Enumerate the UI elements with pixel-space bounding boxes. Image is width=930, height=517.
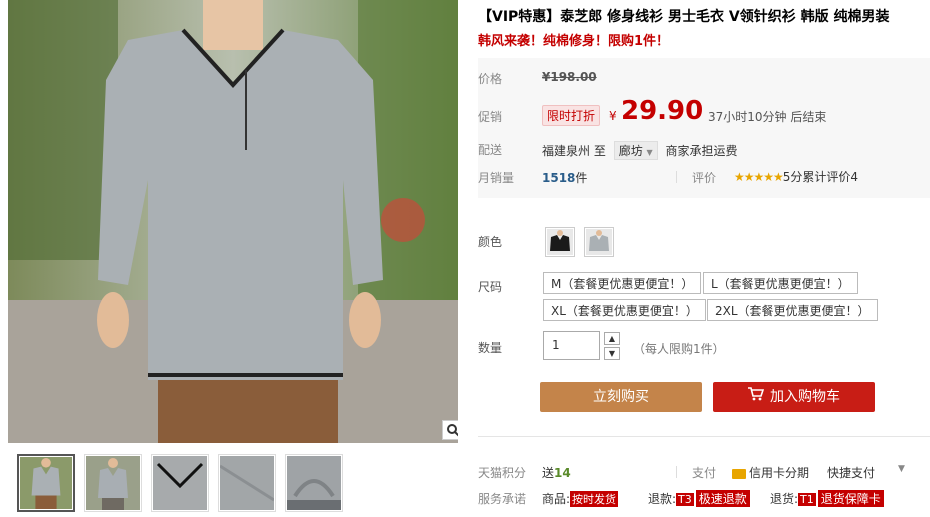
goods-prefix: 商品: <box>542 492 571 506</box>
price-label: 价格 <box>478 72 503 86</box>
size-label: 尺码 <box>478 280 503 294</box>
points-label: 天猫积分 <box>478 466 527 480</box>
points-prefix: 送 <box>542 466 555 480</box>
buy-now-button[interactable]: 立刻购买 <box>540 382 702 412</box>
cart-icon <box>748 382 765 412</box>
chevron-down-icon[interactable]: ▼ <box>898 464 905 474</box>
delivery-to-word: 至 <box>593 144 606 158</box>
currency-symbol: ¥ <box>609 109 617 123</box>
credit-pay-label: 信用卡分期 <box>749 466 810 480</box>
quick-pay-option[interactable]: 快捷支付 <box>827 464 875 481</box>
chevron-down-icon: ▼ <box>646 148 653 157</box>
color-label: 颜色 <box>478 235 503 249</box>
product-gallery <box>8 0 458 443</box>
size-option-xl[interactable]: XL（套餐更优惠更便宜！） <box>543 299 706 321</box>
sales-count: 1518件 <box>542 169 587 186</box>
star-rating-icon: ★★★★★ <box>734 170 784 184</box>
thumbnail-1[interactable] <box>17 454 75 512</box>
delivery-from: 福建泉州 <box>542 144 591 158</box>
thumbnail-2[interactable] <box>84 454 142 512</box>
zoom-icon[interactable] <box>442 420 458 440</box>
size-option-2xl[interactable]: 2XL（套餐更优惠更便宜！） <box>707 299 878 321</box>
color-swatch-gray[interactable] <box>584 227 614 257</box>
quantity-limit: （每人限购1件） <box>633 342 725 356</box>
add-to-cart-button[interactable]: 加入购物车 <box>713 382 875 412</box>
service-refund: 退款: T3 极速退款 <box>648 490 750 507</box>
add-to-cart-label: 加入购物车 <box>770 389 840 405</box>
section-divider <box>478 436 930 437</box>
sales-label: 月销量 <box>478 171 515 185</box>
thumbnail-strip <box>17 454 343 512</box>
quantity-label: 数量 <box>478 341 503 355</box>
promo-label: 促销 <box>478 110 503 124</box>
review-summary[interactable]: ★★★★★5分累计评价4 <box>734 168 858 185</box>
review-label: 评价 <box>692 171 717 185</box>
product-main-image[interactable] <box>8 0 458 443</box>
delivery-city: 廊坊 <box>618 144 643 158</box>
review-score: 5分累计评价4 <box>782 170 859 184</box>
promo-countdown: 37小时10分钟 后结束 <box>708 110 827 124</box>
product-title: 【VIP特惠】泰芝郎 修身线衫 男士毛衣 V领针织衫 韩版 纯棉男装 <box>478 9 890 25</box>
current-price: 29.90 <box>621 96 704 126</box>
pay-label: 支付 <box>692 466 717 480</box>
service-return: 退货: T1 退货保障卡 <box>770 490 884 507</box>
delivery-label: 配送 <box>478 143 503 157</box>
service-goods: 商品: 按时发货 <box>542 490 619 507</box>
delivery-info: 福建泉州 至 廊坊 ▼ 商家承担运费 <box>542 141 738 160</box>
original-price: ¥198.00 <box>542 70 597 84</box>
quantity-decrease-button[interactable]: ▼ <box>604 347 620 360</box>
delivery-city-select[interactable]: 廊坊 ▼ <box>613 141 658 160</box>
promo-badge: 限时打折 <box>542 105 601 126</box>
color-swatch-black[interactable] <box>545 227 575 257</box>
return-prefix: 退货: <box>770 492 799 506</box>
refund-prefix: 退款: <box>648 492 677 506</box>
thumbnail-5[interactable] <box>285 454 343 512</box>
sales-unit: 件 <box>575 171 588 185</box>
sales-number: 1518 <box>542 171 576 185</box>
points-value: 14 <box>554 466 571 480</box>
size-option-l[interactable]: L（套餐更优惠更便宜！） <box>703 272 858 294</box>
credit-card-icon <box>732 468 746 479</box>
service-label: 服务承诺 <box>478 492 527 506</box>
freight-info: 商家承担运费 <box>665 144 738 158</box>
divider <box>676 171 677 183</box>
thumbnail-3[interactable] <box>151 454 209 512</box>
quantity-increase-button[interactable]: ▲ <box>604 332 620 345</box>
points-info: 送14 <box>542 464 571 481</box>
size-option-m[interactable]: M（套餐更优惠更便宜！） <box>543 272 702 294</box>
return-tag[interactable]: 退货保障卡 <box>817 490 884 507</box>
refund-code: T3 <box>676 493 694 506</box>
quantity-input[interactable]: 1 <box>543 331 600 360</box>
product-subtitle: 韩风来袭！纯棉修身！限购1件！ <box>478 34 670 49</box>
thumbnail-4[interactable] <box>218 454 276 512</box>
return-code: T1 <box>798 493 816 506</box>
goods-tag[interactable]: 按时发货 <box>570 491 619 507</box>
divider <box>676 466 677 478</box>
credit-pay-option[interactable]: 信用卡分期 <box>732 464 809 481</box>
refund-tag[interactable]: 极速退款 <box>695 490 750 507</box>
price-panel: 价格 ¥198.00 促销 限时打折 ¥ 29.90 37小时10分钟 后结束 … <box>478 58 930 198</box>
